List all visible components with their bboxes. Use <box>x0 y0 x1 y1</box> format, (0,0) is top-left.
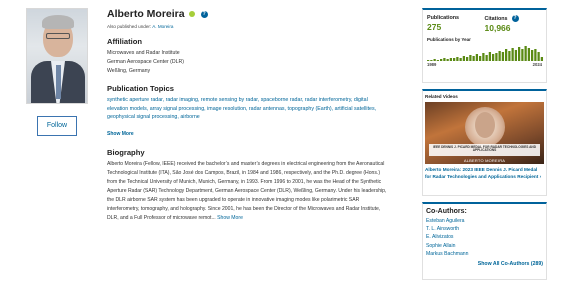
year-start: 1989 <box>427 62 437 67</box>
year-bar[interactable] <box>443 58 446 61</box>
year-bar[interactable] <box>508 51 511 61</box>
video-thumbnail[interactable]: IEEE DENNIS J. PICARD MEDAL FOR RADAR TE… <box>425 102 544 164</box>
publications-label: Publications <box>427 15 460 21</box>
year-bar[interactable] <box>527 48 531 61</box>
citations-count: 10,966 <box>484 23 511 33</box>
coauthors-heading: Co-Authors: <box>426 208 467 215</box>
year-end: 2024 <box>532 62 542 67</box>
year-bar[interactable] <box>540 57 544 61</box>
year-bar[interactable] <box>472 56 475 61</box>
video-thumbnail-caption: ALBERTO MOREIRA <box>463 158 506 163</box>
follow-button[interactable]: Follow <box>37 116 77 136</box>
biography-heading: Biography <box>107 148 145 158</box>
year-bar[interactable] <box>531 50 534 61</box>
biography-text: Alberto Moreira (Fellow, IEEE) received … <box>107 160 387 222</box>
chevron-right-icon: › <box>539 173 542 179</box>
coauthors-card: Co-Authors: Esteban Aguilera T. L. Ainsw… <box>422 202 547 280</box>
profile-photo-column: Follow <box>26 8 88 136</box>
related-videos-heading: Related Videos <box>425 94 458 99</box>
affiliation-heading: Affiliation <box>107 37 143 46</box>
right-sidebar: Publications 275 Citations ? 10,966 Publ… <box>422 8 547 280</box>
year-range: 1989 2024 <box>427 62 542 67</box>
affiliation-line: Microwaves and Radar Institute <box>107 50 180 56</box>
citations-label-row: Citations ? <box>485 15 543 22</box>
help-icon[interactable]: ? <box>200 10 208 18</box>
publications-stat[interactable]: Publications 275 <box>427 15 485 33</box>
year-bar[interactable] <box>495 53 498 61</box>
publications-count: 275 <box>427 22 442 32</box>
also-published-link[interactable]: A. Moreira <box>152 24 173 29</box>
profile-photo <box>26 8 88 104</box>
help-icon[interactable]: ? <box>511 15 519 22</box>
metrics-card: Publications 275 Citations ? 10,966 Publ… <box>422 8 547 83</box>
year-bar[interactable] <box>482 53 485 61</box>
year-bar[interactable] <box>436 60 440 61</box>
publication-topics-list[interactable]: synthetic aperture radar, radar imaging,… <box>107 96 387 122</box>
name-row: Alberto Moreira ? <box>107 8 387 20</box>
year-bar[interactable] <box>427 60 430 61</box>
year-bar[interactable] <box>518 47 521 61</box>
year-bar[interactable] <box>453 58 456 61</box>
year-bar[interactable] <box>511 48 514 61</box>
year-bar[interactable] <box>485 55 488 61</box>
year-bar[interactable] <box>462 56 466 61</box>
year-bar[interactable] <box>456 57 459 61</box>
year-bar[interactable] <box>469 55 472 61</box>
biography-body: Alberto Moreira (Fellow, IEEE) received … <box>107 161 387 221</box>
biography-show-more-link[interactable]: Show More <box>217 215 243 221</box>
orcid-icon[interactable] <box>188 11 195 17</box>
coauthor-link[interactable]: Sophie Allain <box>426 242 543 250</box>
year-bar[interactable] <box>440 59 443 61</box>
year-bar[interactable] <box>524 46 527 61</box>
year-bar[interactable] <box>501 52 505 61</box>
also-published-under: Also published under: A. Moreira <box>107 24 387 29</box>
affiliation-line: Weßling, Germany <box>107 68 151 74</box>
year-bar[interactable] <box>430 60 433 61</box>
publication-topics-heading: Publication Topics <box>107 84 174 93</box>
affiliation-line: German Aerospace Center (DLR) <box>107 59 184 65</box>
year-bar[interactable] <box>498 51 501 61</box>
year-bar[interactable] <box>459 58 462 61</box>
year-bar[interactable] <box>534 49 537 61</box>
year-bar[interactable] <box>479 56 482 61</box>
citations-stat[interactable]: Citations ? 10,966 <box>485 15 543 33</box>
year-bar[interactable] <box>505 49 508 61</box>
also-published-label: Also published under: <box>107 24 152 29</box>
coauthor-link[interactable]: T. L. Ainsworth <box>426 225 543 233</box>
video-thumbnail-banner: IEEE DENNIS J. PICARD MEDAL FOR RADAR TE… <box>432 144 537 153</box>
video-link[interactable]: Alberto Moreira: 2023 IEEE Dennis J. Pic… <box>425 167 544 180</box>
publications-by-year-label: Publications by Year <box>427 37 471 42</box>
year-bar[interactable] <box>514 50 518 61</box>
topics-show-more-link[interactable]: Show More <box>107 131 134 137</box>
author-name: Alberto Moreira <box>107 8 185 20</box>
year-bar[interactable] <box>446 59 449 61</box>
citations-label: Citations <box>484 15 508 22</box>
year-bar[interactable] <box>537 52 540 61</box>
related-videos-card: Related Videos IEEE DENNIS J. PICARD MED… <box>422 89 547 196</box>
affiliation-text: Microwaves and Radar Institute German Ae… <box>107 49 387 76</box>
year-bar[interactable] <box>433 59 436 61</box>
year-bar[interactable] <box>466 57 469 61</box>
show-all-coauthors-link[interactable]: Show All Co-Authors (289) <box>426 261 543 267</box>
coauthor-link[interactable]: Markus Bachmann <box>426 250 543 258</box>
year-bar[interactable] <box>449 58 453 61</box>
year-bar[interactable] <box>492 54 495 61</box>
year-bar[interactable] <box>488 52 492 61</box>
video-link-text: Alberto Moreira: 2023 IEEE Dennis J. Pic… <box>425 167 539 179</box>
year-bar[interactable] <box>521 49 524 61</box>
publications-by-year-chart[interactable] <box>427 45 544 61</box>
profile-main: Alberto Moreira ? Also published under: … <box>107 8 387 222</box>
year-bar[interactable] <box>475 54 479 61</box>
coauthor-link[interactable]: Esteban Aguilera <box>426 217 543 225</box>
coauthor-link[interactable]: E. Alivizatos <box>426 233 543 241</box>
